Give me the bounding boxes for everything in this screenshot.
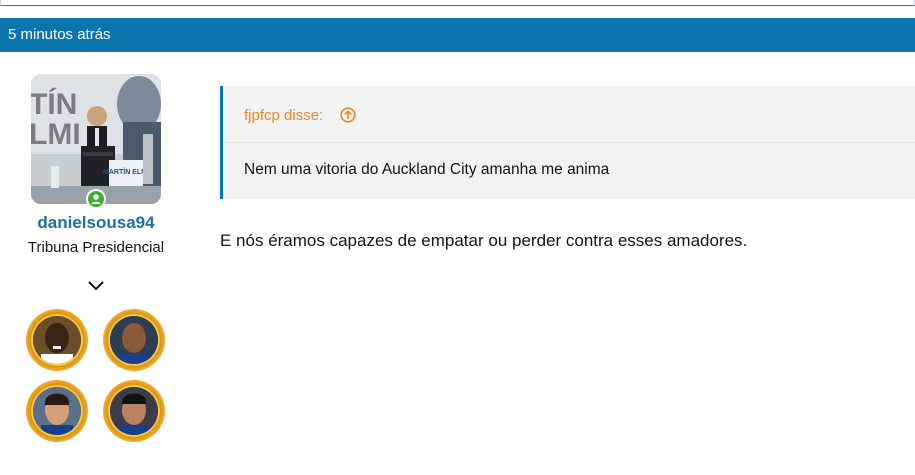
post-timestamp[interactable]: 5 minutos atrás: [8, 26, 111, 43]
quote-header: fjpfcp disse:: [223, 86, 915, 143]
circle-arrow-up-icon[interactable]: [340, 107, 356, 123]
avatar[interactable]: TÍN LMI MARTÍN ELMI: [31, 74, 161, 204]
post-header: 5 minutos atrás: [0, 18, 915, 52]
trophy-player-image: [110, 316, 158, 364]
avatar-image: TÍN LMI MARTÍN ELMI: [31, 74, 161, 204]
message-body: E nós éramos capazes de empatar ou perde…: [220, 231, 748, 250]
quote-text: Nem uma vitoria do Auckland City amanha …: [244, 161, 610, 178]
trophy-badge[interactable]: [103, 309, 165, 371]
trophy-badge[interactable]: [26, 309, 88, 371]
trophy-player-image: [33, 316, 81, 364]
online-status-badge: [86, 189, 106, 209]
trophy-badge[interactable]: [103, 380, 165, 442]
avatar-banner-text: MARTÍN ELMI: [103, 167, 149, 176]
quote-block: fjpfcp disse: Nem uma vitoria do Aucklan…: [220, 86, 915, 199]
user-sidebar: TÍN LMI MARTÍN ELMI danielsousa94 Tribun…: [0, 52, 192, 475]
svg-text:TÍN: TÍN: [31, 87, 77, 121]
chevron-down-icon[interactable]: [86, 278, 106, 294]
svg-text:LMI: LMI: [31, 118, 81, 151]
trophy-badge[interactable]: [26, 380, 88, 442]
username-link[interactable]: danielsousa94: [0, 213, 192, 233]
user-title: Tribuna Presidencial: [27, 239, 165, 256]
trophy-player-image: [110, 387, 158, 435]
quote-author-link[interactable]: fjpfcp disse:: [244, 107, 323, 124]
online-user-icon: [88, 191, 104, 207]
top-post-border: [0, 0, 915, 6]
trophy-player-image: [33, 387, 81, 435]
